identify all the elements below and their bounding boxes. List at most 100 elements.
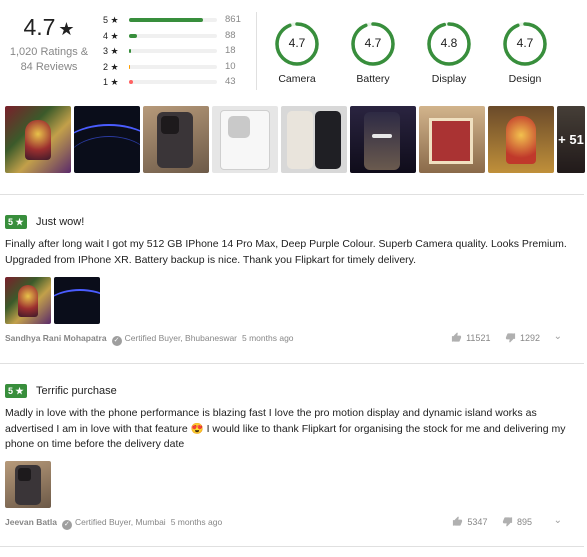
aspect-value: 4.7 (288, 36, 306, 50)
review-votes: 11521 1292 (439, 332, 540, 343)
review-meta: Jeevan Batla ✓ Certified Buyer, Mumbai 5 mo… (5, 517, 222, 530)
rating-bar-label: 3 ★ (103, 46, 119, 56)
like-count: 11521 (466, 333, 491, 343)
aspect-ring: 4.8 (425, 20, 473, 68)
rating-bar-fill (129, 64, 130, 69)
review-meta: Sandhya Rani Mohapatra ✓ Certified Buyer, … (5, 333, 294, 346)
aspect-name: Design (508, 73, 542, 85)
aspect-name: Battery (356, 73, 390, 85)
phone-front-back-photo[interactable] (281, 106, 347, 173)
aspect-name: Camera (278, 73, 316, 85)
aspect-display[interactable]: 4.8 Display (422, 20, 476, 85)
review-body: Finally after long wait I got my 512 GB … (5, 238, 567, 266)
aspect-ring: 4.7 (273, 20, 321, 68)
thumbs-up-icon (453, 516, 463, 526)
temple-idol-photo[interactable] (488, 106, 554, 173)
thumbs-down-icon (505, 333, 516, 343)
aspect-value: 4.7 (364, 36, 382, 50)
aspect-camera[interactable]: 4.7 Camera (270, 20, 324, 85)
rating-bar-count: 18 (225, 45, 236, 56)
more-photos-overlay[interactable]: + 51 (557, 106, 585, 173)
review-image[interactable] (5, 461, 51, 508)
summary-divider (256, 12, 257, 90)
reviews-count: 84 Reviews (20, 61, 78, 73)
certified-buyer-label: Certified Buyer, Bhubaneswar (124, 333, 238, 343)
star-icon: ★ (58, 19, 75, 39)
overall-rating-value: 4.7 (23, 14, 56, 40)
rating-bar-label: 5 ★ (103, 15, 119, 25)
rating-bar-row: 4 ★ 88 (103, 29, 243, 45)
dislike-count: 895 (516, 517, 532, 527)
customer-photos-strip: + 51 (5, 106, 585, 173)
dislike-button[interactable]: 1292 (505, 332, 540, 343)
aspect-value: 4.8 (440, 36, 458, 50)
review-votes: 5347 895 (440, 516, 532, 527)
dislike-button[interactable]: 895 (502, 516, 532, 527)
review-author: Jeevan Batla (5, 517, 57, 527)
review-image[interactable] (54, 277, 100, 324)
rating-bar-row: 2 ★ 10 (103, 60, 243, 76)
like-button[interactable]: 5347 (452, 516, 487, 527)
review-rating-badge: 5 ★ (5, 384, 27, 398)
phone-camera-back-photo[interactable] (143, 106, 209, 173)
ratings-count: 1,020 Ratings & (9, 46, 89, 58)
chevron-down-icon[interactable]: ⌄ (554, 515, 562, 526)
rating-bar-fill (129, 18, 204, 22)
certified-check-icon: ✓ (111, 336, 122, 346)
thumbs-down-icon (502, 517, 513, 527)
review-title: Just wow! (36, 216, 85, 228)
rating-bar-label: 4 ★ (103, 30, 119, 41)
rating-bar-count: 10 (225, 60, 236, 72)
dislike-count: 1292 (519, 333, 540, 343)
rating-bar-count: 43 (225, 76, 236, 87)
ratings-summary: 4.7 ★ 1,020 Ratings & 84 Reviews 5 ★ 861 … (0, 0, 587, 100)
temple-shrine-photo[interactable] (419, 106, 485, 173)
section-divider (0, 546, 584, 547)
aspect-ring: 4.7 (349, 20, 397, 68)
rating-bar-label: 2 ★ (103, 61, 119, 72)
rating-bar-track (129, 80, 217, 84)
aspect-name: Display (431, 73, 467, 85)
rating-bar-track (129, 33, 217, 38)
aspect-battery[interactable]: 4.7 Battery (346, 20, 400, 85)
section-divider (0, 363, 584, 364)
rating-bar-row: 5 ★ 861 (103, 13, 243, 29)
temple-crowd-photo[interactable]: + 51 (557, 106, 585, 173)
thumbs-up-icon (452, 332, 462, 342)
aspect-design[interactable]: 4.7 Design (498, 20, 552, 85)
phone-in-box-photo[interactable] (212, 106, 278, 173)
rating-bar-track (129, 49, 217, 53)
phone-screen-hand-photo[interactable] (350, 106, 416, 173)
rating-breakdown: 5 ★ 861 4 ★ 88 3 ★ 18 2 ★ 10 1 ★ 43 (103, 13, 243, 91)
certified-check-icon: ✓ (61, 520, 72, 530)
rating-bar-count: 861 (225, 14, 241, 25)
review-image[interactable] (5, 277, 51, 324)
rating-bar-fill (129, 49, 131, 53)
deity-idol-photo[interactable] (5, 106, 71, 173)
review-card: 5 ★ Terrific purchase Madly in love with… (5, 384, 580, 534)
rating-bar-fill (129, 33, 137, 38)
aspect-value: 4.7 (516, 36, 534, 50)
overall-rating: 4.7 ★ 1,020 Ratings & 84 Reviews (0, 14, 98, 75)
rating-bar-label: 1 ★ (103, 77, 119, 87)
rating-bar-row: 1 ★ 43 (103, 75, 243, 91)
review-rating-badge: 5 ★ (5, 215, 27, 229)
review-author: Sandhya Rani Mohapatra (5, 333, 107, 343)
review-date: 5 months ago (170, 517, 223, 527)
rating-bar-count: 88 (225, 29, 236, 41)
review-title: Terrific purchase (36, 385, 117, 397)
section-divider (0, 194, 584, 195)
aspect-ratings: 4.7 Camera 4.7 Battery 4.8 Display 4.7 D… (270, 20, 587, 90)
aspect-ring: 4.7 (501, 20, 549, 68)
like-button[interactable]: 11521 (451, 332, 490, 343)
phone-wallpaper-dark-photo[interactable] (74, 106, 140, 173)
rating-bar-track (129, 64, 217, 69)
chevron-down-icon[interactable]: ⌄ (554, 331, 562, 342)
review-body: Madly in love with the phone performance… (5, 407, 566, 450)
rating-bar-row: 3 ★ 18 (103, 44, 243, 60)
review-card: 5 ★ Just wow! Finally after long wait I … (5, 215, 580, 350)
like-count: 5347 (467, 517, 488, 527)
review-date: 5 months ago (242, 333, 294, 343)
rating-bar-track (129, 18, 217, 22)
rating-bar-fill (129, 80, 133, 84)
